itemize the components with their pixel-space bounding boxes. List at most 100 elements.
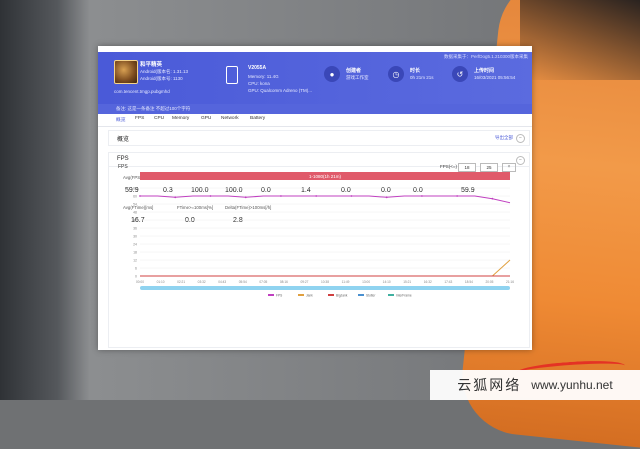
fps-section-title: FPS: [117, 156, 129, 162]
export-all-link[interactable]: 导出全部: [495, 135, 513, 141]
clock-icon: ◷: [388, 66, 404, 82]
game-package: com.tencent.tmgp.pubgmhd: [114, 89, 170, 94]
overview-title: 概览: [117, 137, 130, 143]
x-tick-label: 11:49: [342, 280, 350, 284]
y-tick-label: 6: [135, 267, 137, 271]
x-tick-label: 08:16: [280, 280, 288, 284]
watermark-url: www.yunhu.net: [531, 378, 613, 392]
game-name: 和平精英: [140, 62, 163, 68]
history-icon: ↺: [452, 66, 468, 82]
game-version-name: Android(版本名: 1.31.13: [140, 69, 189, 74]
tab-battery[interactable]: Battery: [250, 116, 265, 121]
fps-threshold-input-1[interactable]: 18: [458, 163, 476, 172]
tab-overview[interactable]: 概览: [116, 116, 126, 123]
legend-label: BigJank: [336, 294, 348, 298]
x-tick-label: 05:54: [239, 280, 247, 284]
data-point: [139, 195, 141, 197]
y-tick-label: 66: [133, 187, 137, 191]
report-tabs: 概览 FPS CPU Memory GPU Network Battery: [98, 114, 532, 127]
data-point: [315, 195, 318, 197]
x-tick-label: 09:27: [300, 280, 308, 284]
x-tick-label: 04:43: [218, 280, 226, 284]
x-tick-label: 02:21: [177, 280, 185, 284]
y-tick-label: 60: [133, 195, 137, 199]
upload-time-title: 上传时间: [474, 68, 495, 74]
x-tick-label: 01:10: [157, 280, 165, 284]
zoom-slider: [140, 286, 510, 290]
creator-value: 游戏工作室: [346, 75, 369, 80]
upload-time-value: 16/03/2021 05:56:54: [474, 75, 516, 80]
range-bar-label: 1-1080(1h 21m): [309, 174, 342, 179]
watermark-text: 云狐网络: [457, 378, 522, 394]
x-tick-label: 13:00: [362, 280, 370, 284]
perfdog-report-window: 数据采集于：PerfDog5.1.210300版本采集 和平精英 Android…: [98, 46, 532, 350]
user-icon: ●: [324, 66, 340, 82]
site-watermark: 云狐网络 www.yunhu.net: [430, 370, 640, 400]
data-point: [209, 195, 212, 197]
x-tick-label: 17:43: [444, 280, 452, 284]
fps-chart: FPS FPS(<=) 18 25 × 1-1080(1h 21m) 66 60 54…: [118, 163, 522, 304]
fps-threshold-input-2[interactable]: 25: [480, 163, 498, 172]
tab-cpu[interactable]: CPU: [154, 116, 164, 121]
chart-title: FPS: [118, 164, 128, 170]
x-tick-label: 03:32: [198, 280, 206, 284]
x-tick-label: 10:38: [321, 280, 329, 284]
tab-network[interactable]: Network: [221, 116, 239, 121]
data-point: [456, 195, 459, 197]
data-point: [350, 195, 353, 197]
legend-swatch: [358, 294, 364, 296]
x-tick-label: 21:16: [506, 280, 514, 284]
duration-title: 时长: [410, 68, 421, 74]
device-memory: Memory: 11.4G: [248, 74, 279, 79]
device-cpu: CPU: kona: [248, 81, 270, 86]
phone-icon: [226, 66, 238, 84]
y-tick-label: 12: [133, 259, 137, 263]
x-tick-label: 14:10: [383, 280, 391, 284]
collapse-icon[interactable]: −: [516, 134, 525, 143]
header-top-note: 数据采集于：PerfDog5.1.210300版本采集: [443, 54, 528, 59]
game-icon: [114, 60, 138, 84]
clear-icon[interactable]: ×: [502, 163, 516, 172]
duration-value: 0h 21m 21s: [410, 75, 434, 80]
data-point: [385, 196, 388, 199]
report-header: 数据采集于：PerfDog5.1.210300版本采集 和平精英 Android…: [98, 52, 532, 114]
y-tick-label: 36: [133, 227, 137, 231]
x-tick-label: 16:32: [424, 280, 432, 284]
note-text[interactable]: 备注: 这是一条备注 不超过100个字符: [116, 106, 190, 112]
x-tick-label: 07:05: [259, 280, 267, 284]
game-version-code: Android(版本号: 1130: [140, 76, 183, 81]
legend-swatch: [328, 294, 334, 296]
data-point: [244, 196, 247, 199]
y-tick-label: 24: [133, 243, 137, 247]
legend-swatch: [298, 294, 304, 296]
y-tick-label: 0: [135, 275, 137, 279]
x-tick-label: 18:54: [465, 280, 473, 284]
fps-threshold-label: FPS(<=): [440, 164, 458, 169]
y-tick-label: 42: [133, 219, 137, 223]
legend-label: FPS: [276, 294, 282, 298]
x-tick-label: 15:21: [403, 280, 411, 284]
data-point: [280, 195, 282, 197]
background-dark-corner: [520, 0, 640, 80]
legend-label: InterFrame: [396, 294, 412, 298]
y-tick-label: 54: [133, 203, 137, 207]
tab-memory[interactable]: Memory: [172, 116, 189, 121]
note-bar: 备注: 这是一条备注 不超过100个字符: [98, 104, 532, 114]
legend-label: Stutter: [366, 294, 376, 298]
y-tick-label: 48: [133, 211, 137, 215]
tab-fps[interactable]: FPS: [135, 116, 144, 121]
series-line: [140, 195, 511, 204]
creator-title: 创建者: [346, 68, 362, 74]
device-model: V2055A: [248, 65, 267, 71]
legend-swatch: [388, 294, 394, 296]
data-point: [421, 195, 423, 197]
fps-line-chart: 1-1080(1h 21m)666054484236302418126000:0…: [133, 172, 514, 298]
device-gpu: GPU: Qualcomm Adreno (TM)...: [248, 88, 313, 93]
x-tick-label: 00:00: [136, 280, 144, 284]
legend-swatch: [268, 294, 274, 296]
tab-gpu[interactable]: GPU: [201, 116, 211, 121]
data-point: [174, 196, 177, 199]
y-tick-label: 30: [133, 235, 137, 239]
overview-section: 概览 导出全部 −: [108, 130, 530, 146]
data-point: [491, 197, 494, 200]
